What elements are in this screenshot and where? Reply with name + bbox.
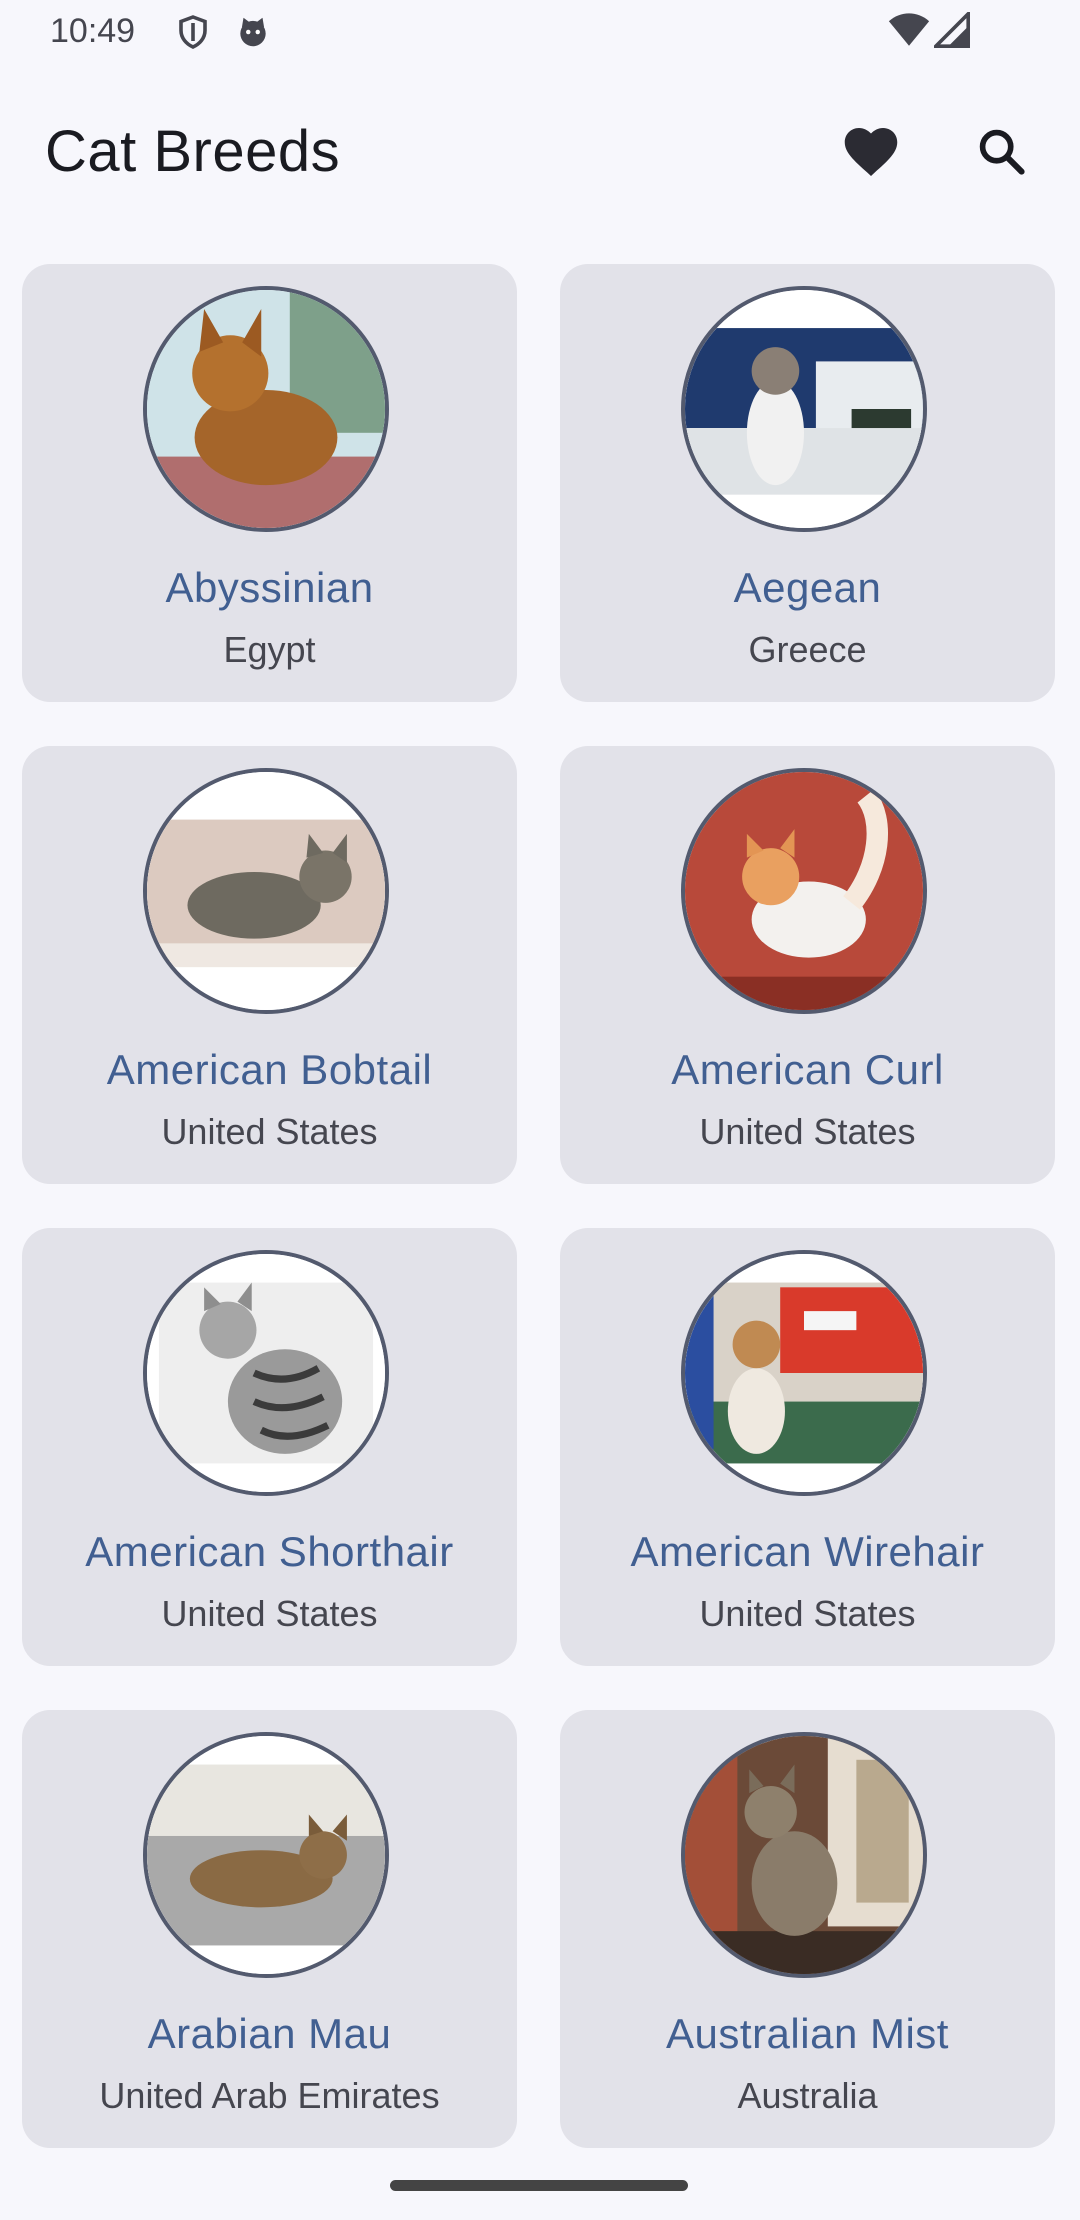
breed-card[interactable]: American Curl United States: [560, 746, 1055, 1184]
breed-name: American Wirehair: [630, 1528, 985, 1575]
breed-card[interactable]: American Shorthair United States: [22, 1228, 517, 1666]
breed-name: American Bobtail: [106, 1046, 433, 1093]
signal-icon: [931, 9, 970, 48]
breed-photo: [143, 1250, 389, 1496]
breed-origin: United States: [161, 1593, 378, 1634]
status-time: 10:49: [50, 12, 136, 50]
breed-photo: [681, 1250, 927, 1496]
breed-name: Australian Mist: [666, 2010, 949, 2057]
breed-photo: [681, 768, 927, 1014]
breed-origin: Egypt: [223, 629, 316, 670]
breed-photo: [143, 768, 389, 1014]
search-icon: [979, 129, 1025, 175]
top-app-bar: Cat Breeds: [0, 90, 1080, 220]
breed-origin: United States: [699, 1111, 916, 1152]
breed-card[interactable]: Australian Mist Australia: [560, 1710, 1055, 2148]
status-bar: 10:49: [0, 0, 1080, 68]
breed-card[interactable]: Aegean Greece: [560, 264, 1055, 702]
breed-card[interactable]: American Bobtail United States: [22, 746, 517, 1184]
heart-icon: [844, 128, 898, 176]
page-title: Cat Breeds: [45, 119, 341, 184]
cat-notification-icon: [234, 12, 272, 57]
search-button[interactable]: [962, 112, 1040, 190]
breed-name: Aegean: [733, 564, 882, 611]
breed-name: Arabian Mau: [147, 2010, 392, 2057]
breed-origin: United States: [699, 1593, 916, 1634]
breed-origin: Australia: [737, 2075, 878, 2116]
breed-name: Abyssinian: [165, 564, 374, 611]
breed-photo: [143, 1732, 389, 1978]
breed-card[interactable]: Arabian Mau United Arab Emirates: [22, 1710, 517, 2148]
gesture-home-bar[interactable]: [390, 2180, 688, 2191]
breed-name: American Curl: [671, 1046, 944, 1093]
breed-origin: United Arab Emirates: [99, 2075, 440, 2116]
breed-photo: [143, 286, 389, 532]
breed-photo: [681, 286, 927, 532]
breed-photo: [681, 1732, 927, 1978]
breed-origin: United States: [161, 1111, 378, 1152]
breed-card[interactable]: American Wirehair United States: [560, 1228, 1055, 1666]
breed-origin: Greece: [748, 629, 867, 670]
breed-name: American Shorthair: [85, 1528, 454, 1575]
favorites-button[interactable]: [832, 112, 910, 190]
status-right-icons: [888, 9, 970, 48]
wifi-icon: [888, 13, 929, 46]
breed-card[interactable]: Abyssinian Egypt: [22, 264, 517, 702]
shield-icon: [175, 12, 211, 57]
